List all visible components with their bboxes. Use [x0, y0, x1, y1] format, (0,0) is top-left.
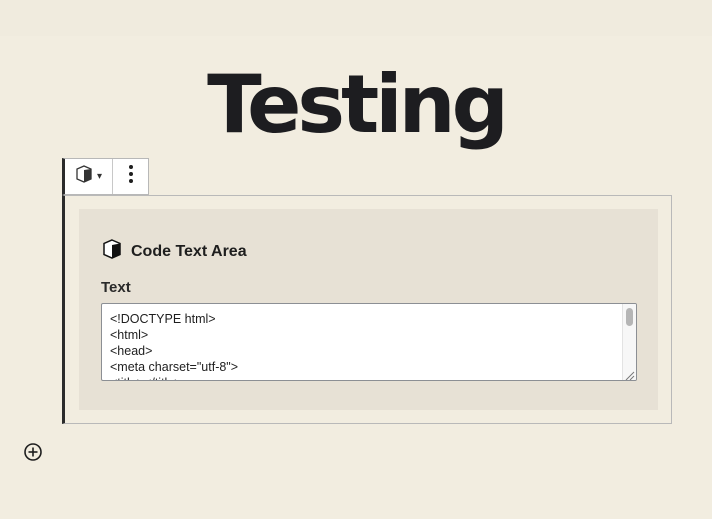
code-box-icon — [75, 165, 93, 188]
text-field-label: Text — [101, 279, 131, 296]
editor-top-strip — [0, 0, 712, 36]
block-switcher-button[interactable]: ▾ — [65, 159, 113, 194]
code-textarea[interactable]: <!DOCTYPE html> <html> <head> <meta char… — [101, 303, 637, 381]
add-block-button[interactable] — [23, 442, 43, 462]
code-box-icon — [102, 239, 122, 264]
scrollbar-thumb[interactable] — [626, 308, 633, 326]
more-options-button[interactable] — [113, 159, 148, 194]
page-title[interactable]: Testing — [0, 60, 712, 150]
code-textarea-content: <!DOCTYPE html> <html> <head> <meta char… — [110, 312, 239, 380]
chevron-down-icon: ▾ — [96, 171, 103, 182]
block-toolbar: ▾ — [62, 158, 149, 195]
vertical-ellipsis-icon — [128, 164, 134, 189]
block-header: Code Text Area — [102, 239, 247, 264]
block-placeholder-panel: Code Text Area Text <!DOCTYPE html> <htm… — [79, 209, 658, 410]
resize-handle-icon[interactable] — [624, 368, 635, 380]
plus-circle-icon — [23, 443, 43, 466]
code-text-area-block[interactable]: Code Text Area Text <!DOCTYPE html> <htm… — [62, 195, 672, 424]
block-title: Code Text Area — [131, 242, 247, 260]
